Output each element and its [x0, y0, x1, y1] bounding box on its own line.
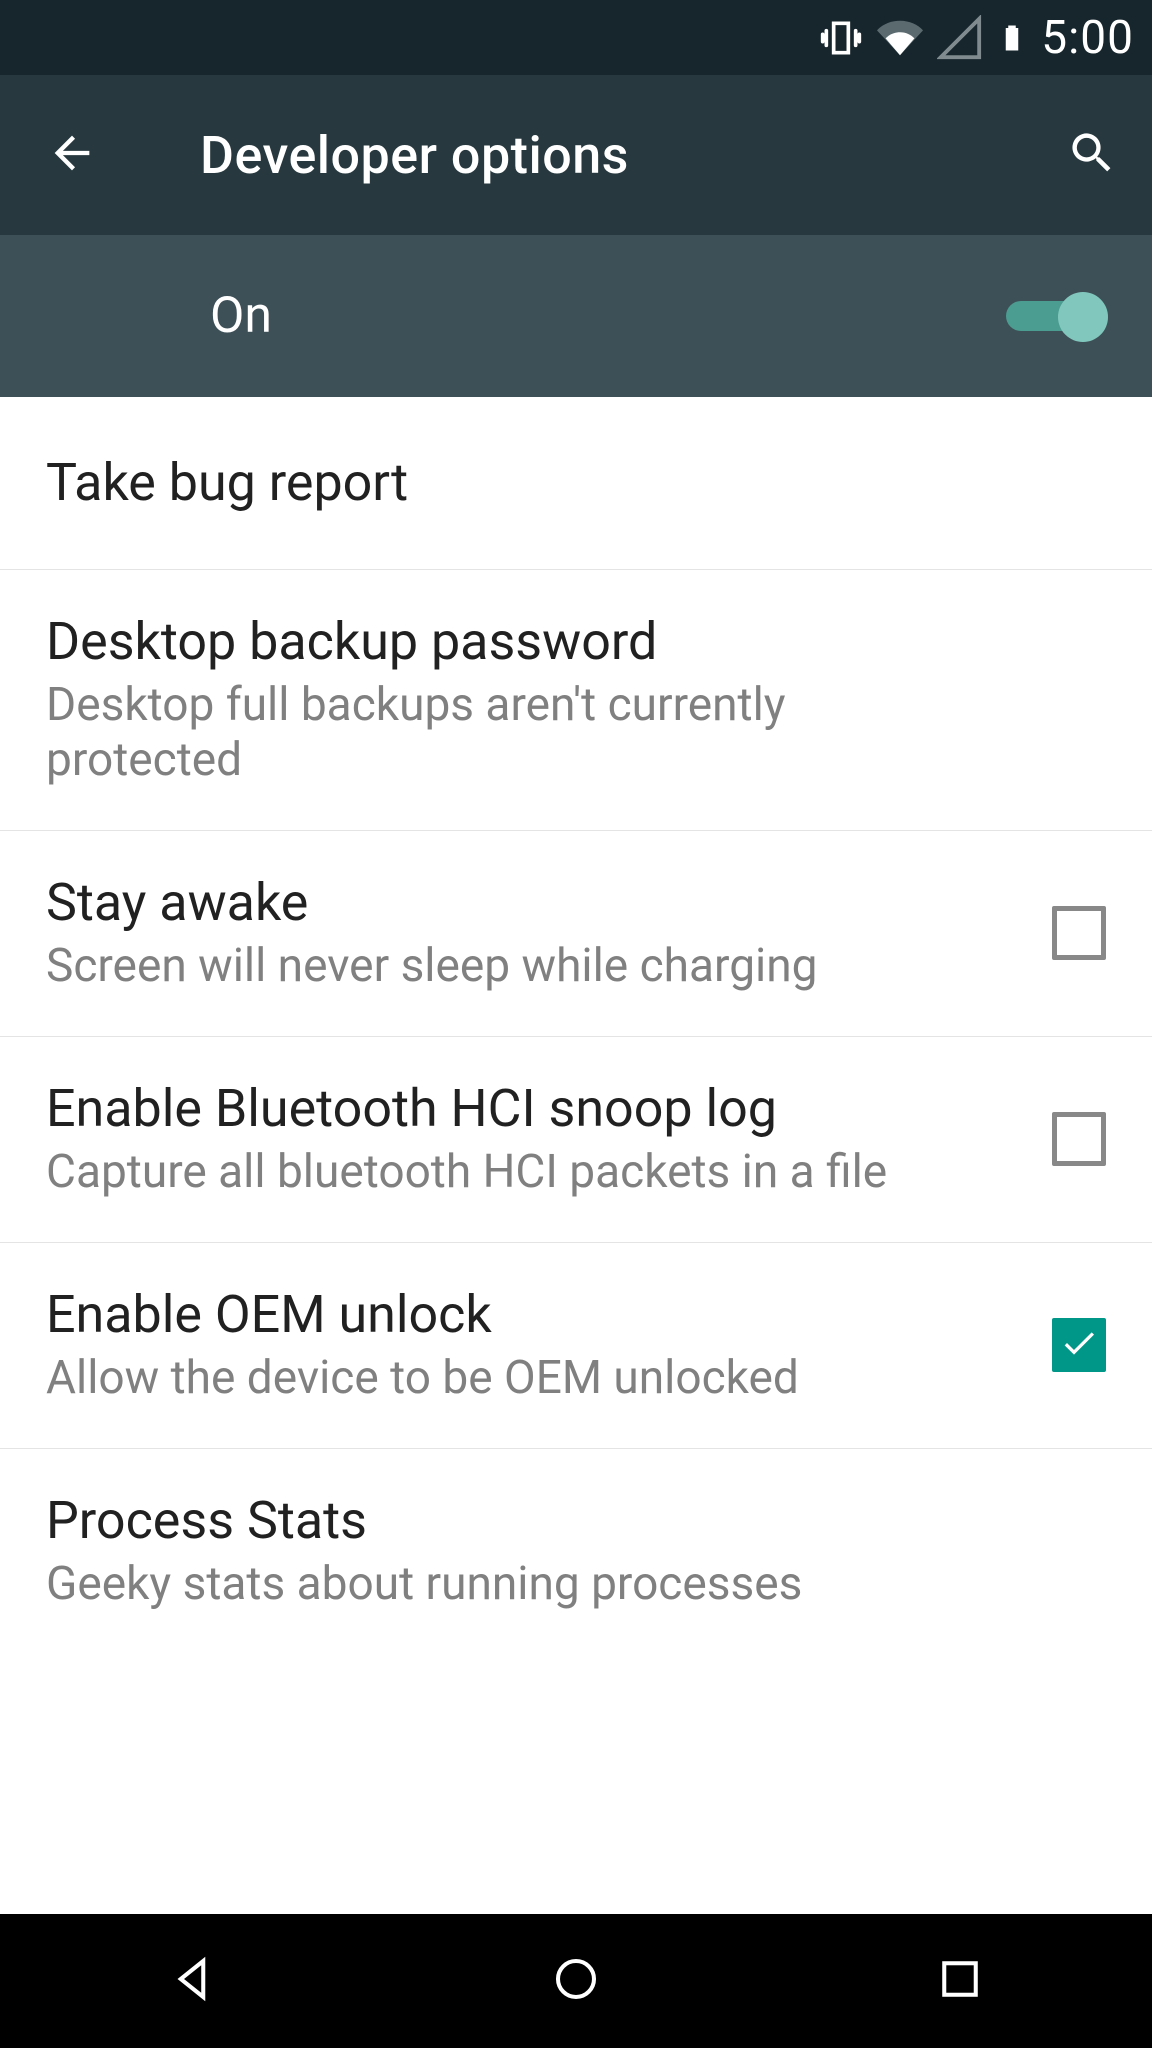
item-title: Enable Bluetooth HCI snoop log — [46, 1079, 1022, 1139]
item-stay-awake[interactable]: Stay awake Screen will never sleep while… — [0, 831, 1152, 1037]
back-button[interactable] — [20, 127, 170, 183]
page-title: Developer options — [170, 125, 1052, 186]
status-clock: 5:00 — [1041, 11, 1134, 65]
status-bar: 5:00 — [0, 0, 1152, 75]
vibrate-icon — [819, 16, 863, 60]
master-toggle-row[interactable]: On — [0, 235, 1152, 397]
cell-signal-icon — [937, 15, 983, 61]
nav-back-button[interactable] — [92, 1952, 292, 2010]
nav-home-icon — [549, 1952, 603, 2010]
master-toggle-label: On — [210, 287, 1006, 345]
item-title: Take bug report — [46, 439, 1076, 527]
checkbox-stay-awake[interactable] — [1052, 906, 1106, 960]
search-icon — [1066, 127, 1118, 183]
item-process-stats[interactable]: Process Stats Geeky stats about running … — [0, 1449, 1152, 1654]
battery-icon — [997, 15, 1027, 61]
wifi-icon — [877, 15, 923, 61]
item-title: Enable OEM unlock — [46, 1285, 1022, 1345]
nav-back-icon — [165, 1952, 219, 2010]
nav-recents-button[interactable] — [860, 1952, 1060, 2010]
app-bar: Developer options — [0, 75, 1152, 235]
check-icon — [1059, 1323, 1099, 1367]
item-subtitle: Desktop full backups aren't currently pr… — [46, 678, 926, 788]
nav-home-button[interactable] — [476, 1952, 676, 2010]
item-desktop-backup[interactable]: Desktop backup password Desktop full bac… — [0, 570, 1152, 831]
nav-recents-icon — [933, 1952, 987, 2010]
item-subtitle: Capture all bluetooth HCI packets in a f… — [46, 1145, 926, 1200]
master-toggle-switch[interactable] — [1006, 295, 1106, 337]
item-hci-snoop[interactable]: Enable Bluetooth HCI snoop log Capture a… — [0, 1037, 1152, 1243]
item-subtitle: Screen will never sleep while charging — [46, 939, 926, 994]
item-subtitle: Geeky stats about running processes — [46, 1557, 926, 1612]
checkbox-hci-snoop[interactable] — [1052, 1112, 1106, 1166]
item-oem-unlock[interactable]: Enable OEM unlock Allow the device to be… — [0, 1243, 1152, 1449]
navigation-bar — [0, 1914, 1152, 2048]
item-bug-report[interactable]: Take bug report — [0, 397, 1152, 570]
item-title: Stay awake — [46, 873, 1022, 933]
switch-thumb — [1058, 292, 1108, 342]
item-subtitle: Allow the device to be OEM unlocked — [46, 1351, 926, 1406]
arrow-left-icon — [46, 127, 98, 183]
item-title: Process Stats — [46, 1491, 1076, 1551]
item-title: Desktop backup password — [46, 612, 1076, 672]
search-button[interactable] — [1052, 127, 1132, 183]
settings-list: Take bug report Desktop backup password … — [0, 397, 1152, 1914]
checkbox-oem-unlock[interactable] — [1052, 1318, 1106, 1372]
